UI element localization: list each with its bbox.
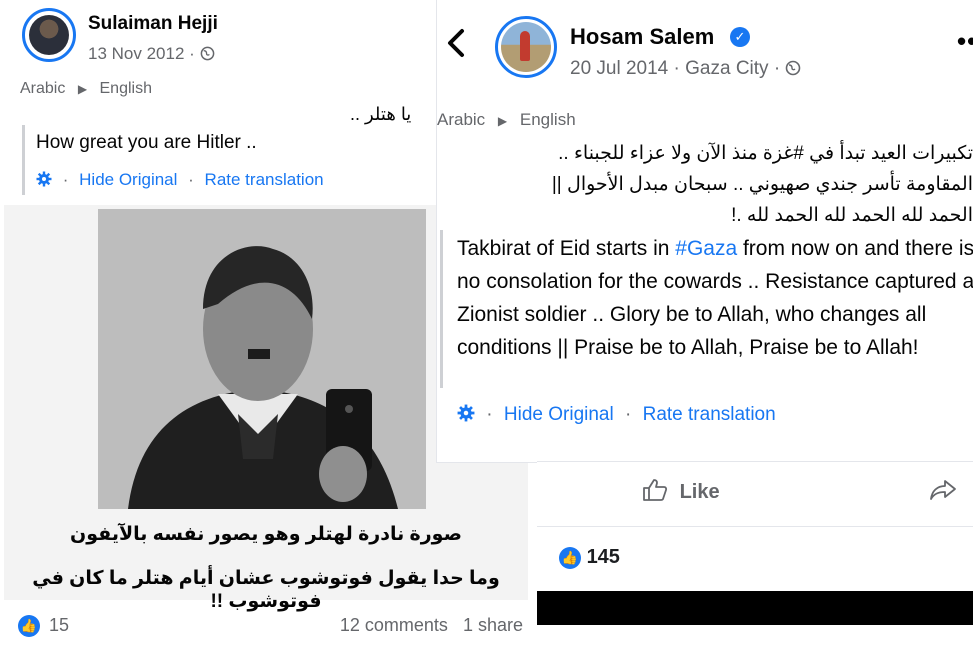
globe-icon	[200, 44, 215, 63]
author-name[interactable]: Sulaiman Hejji	[88, 13, 218, 35]
translation-text: Takbirat of Eid starts in #Gaza from now…	[457, 232, 973, 364]
chevron-left-icon[interactable]	[445, 28, 467, 66]
original-text: يا هتلر ..	[350, 104, 412, 124]
language-from: Arabic	[437, 110, 486, 129]
author-name[interactable]: Hosam Salem	[570, 24, 714, 50]
reactions-count: 145	[586, 546, 620, 568]
original-line-1: تكبيرات العيد تبدأ في #غزة منذ الآن ولا …	[558, 143, 973, 164]
portrait-photo	[98, 209, 426, 509]
black-bar	[537, 591, 973, 625]
more-options-icon[interactable]: •••	[957, 26, 973, 57]
hashtag-link[interactable]: #Gaza	[675, 237, 737, 260]
rate-translation-link[interactable]: Rate translation	[205, 170, 324, 189]
language-to: English	[519, 110, 576, 129]
language-indicator: Arabic ▶ English	[20, 80, 152, 98]
right-post: Hosam Salem ✓ 20 Jul 2014 · Gaza City · …	[437, 0, 973, 649]
like-label: Like	[679, 481, 720, 503]
language-to: English	[99, 80, 152, 97]
translation-tools: · Hide Original · Rate translation	[36, 170, 324, 190]
divider	[537, 461, 973, 462]
reactions-count[interactable]: 15	[49, 615, 69, 635]
original-line-3: الحمد لله الحمد لله الحمد لله .!	[731, 205, 973, 226]
language-arrow-icon: ▶	[497, 114, 508, 128]
language-indicator: Arabic ▶ English	[437, 110, 576, 130]
thumbs-up-icon: 👍	[559, 546, 581, 569]
gear-icon[interactable]	[36, 170, 57, 189]
translation-part-1: Takbirat of Eid starts in	[457, 237, 676, 260]
verified-badge-icon: ✓	[730, 27, 750, 47]
globe-icon	[785, 58, 801, 79]
post-meta[interactable]: 20 Jul 2014 · Gaza City ·	[570, 58, 801, 80]
reactions-summary[interactable]: 👍 145	[559, 546, 620, 569]
post-date-text: 13 Nov 2012 ·	[88, 44, 195, 63]
divider	[537, 526, 973, 527]
original-text: تكبيرات العيد تبدأ في #غزة منذ الآن ولا …	[443, 138, 973, 231]
avatar[interactable]	[22, 8, 76, 62]
post-date[interactable]: 13 Nov 2012 ·	[88, 44, 215, 64]
comments-count[interactable]: 12 comments	[340, 615, 448, 635]
share-arrow-icon[interactable]	[929, 478, 957, 508]
language-from: Arabic	[20, 80, 66, 97]
like-button[interactable]: Like	[642, 478, 720, 504]
original-line-2: المقاومة تأسر جندي صهيوني .. سبحان مبدل …	[551, 174, 973, 195]
thumbs-up-icon	[642, 479, 674, 503]
post-date: 20 Jul 2014 ·	[570, 58, 680, 79]
gear-icon[interactable]	[457, 404, 480, 425]
rate-translation-link[interactable]: Rate translation	[643, 404, 776, 425]
avatar[interactable]	[495, 16, 557, 78]
hide-original-link[interactable]: Hide Original	[504, 404, 614, 425]
language-arrow-icon: ▶	[77, 82, 88, 96]
hide-original-link[interactable]: Hide Original	[79, 170, 177, 189]
translation-text: How great you are Hitler ..	[36, 132, 257, 153]
thumbs-up-icon: 👍	[18, 615, 40, 638]
post-location: Gaza City ·	[685, 58, 781, 79]
translation-tools: · Hide Original · Rate translation	[457, 404, 776, 426]
